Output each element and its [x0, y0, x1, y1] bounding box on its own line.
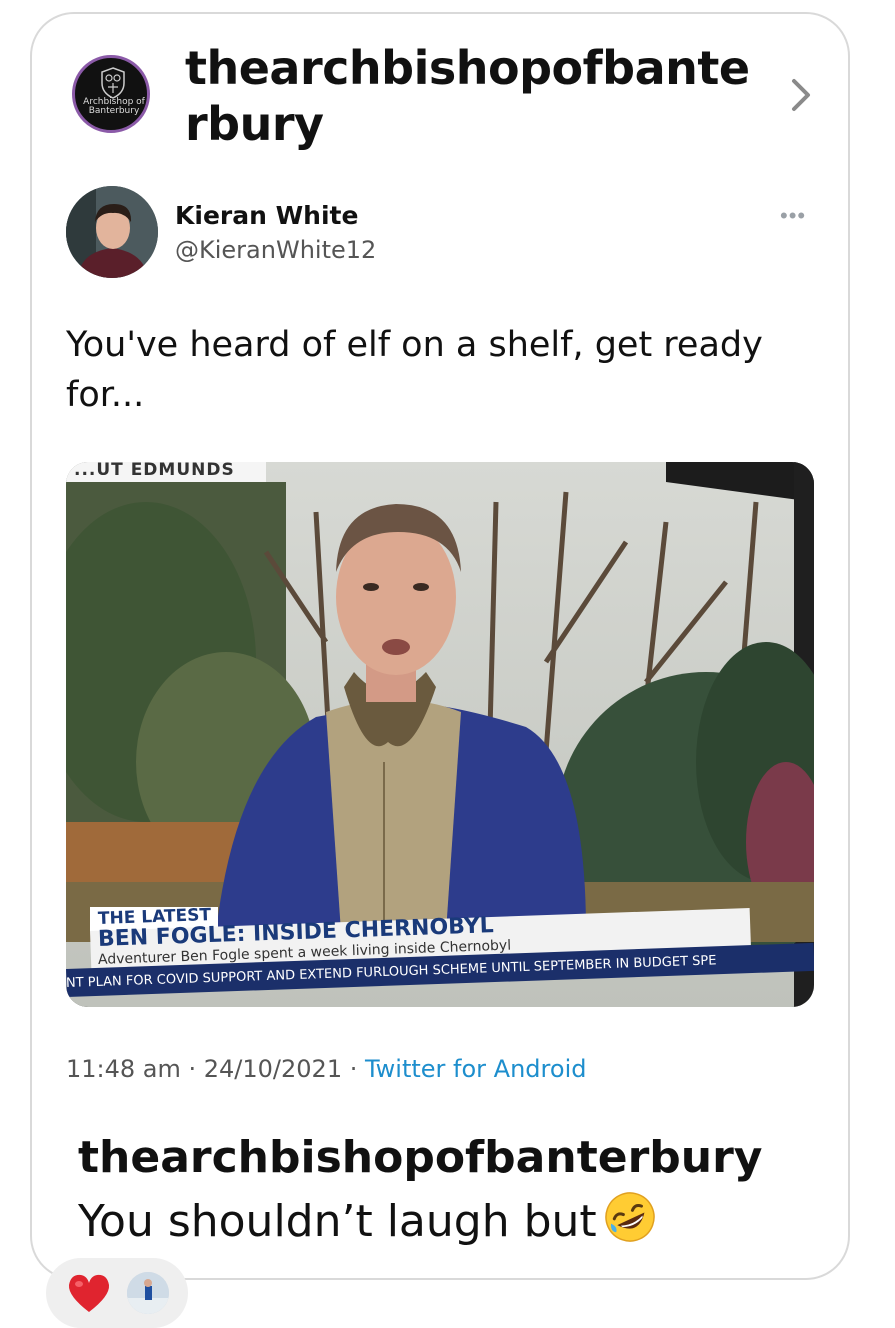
rolling-on-floor-laughing-emoji-icon	[604, 1192, 655, 1242]
avatar-logo-text: Archbishop of Banterbury	[83, 97, 145, 116]
tweet-text: You've heard of elf on a shelf, get read…	[66, 325, 763, 415]
account-name[interactable]: thearchbishopofbanterbury	[185, 40, 765, 152]
tweet-meta: 11:48 am · 24/10/2021 · Twitter for Andr…	[66, 1055, 586, 1083]
caption-text-row: You shouldn’t laugh but	[78, 1190, 657, 1247]
reactor-avatar[interactable]	[127, 1272, 169, 1314]
tweet-source-link[interactable]: Twitter for Android	[365, 1055, 586, 1083]
tweet-author-avatar[interactable]	[66, 186, 158, 278]
crest-icon	[101, 67, 125, 99]
tweet-timestamp: 11:48 am · 24/10/2021 ·	[66, 1055, 365, 1083]
tweet-author-name[interactable]: Kieran White	[175, 201, 358, 230]
tv-top-banner: ...UT EDMUNDS	[74, 462, 235, 480]
caption-username[interactable]: thearchbishopofbanterbury	[78, 1132, 762, 1183]
account-avatar[interactable]: Archbishop of Banterbury	[72, 55, 150, 133]
chevron-right-icon[interactable]	[788, 77, 814, 113]
more-options-icon[interactable]: •••	[780, 203, 806, 229]
tweet-media-image[interactable]: ...UT EDMUNDS THE LATEST BEN FOGLE: INSI…	[66, 462, 814, 1007]
red-heart-icon[interactable]	[66, 1272, 112, 1314]
tweet-author-handle[interactable]: @KieranWhite12	[175, 236, 376, 264]
caption-text: You shouldn’t laugh but	[78, 1196, 597, 1247]
